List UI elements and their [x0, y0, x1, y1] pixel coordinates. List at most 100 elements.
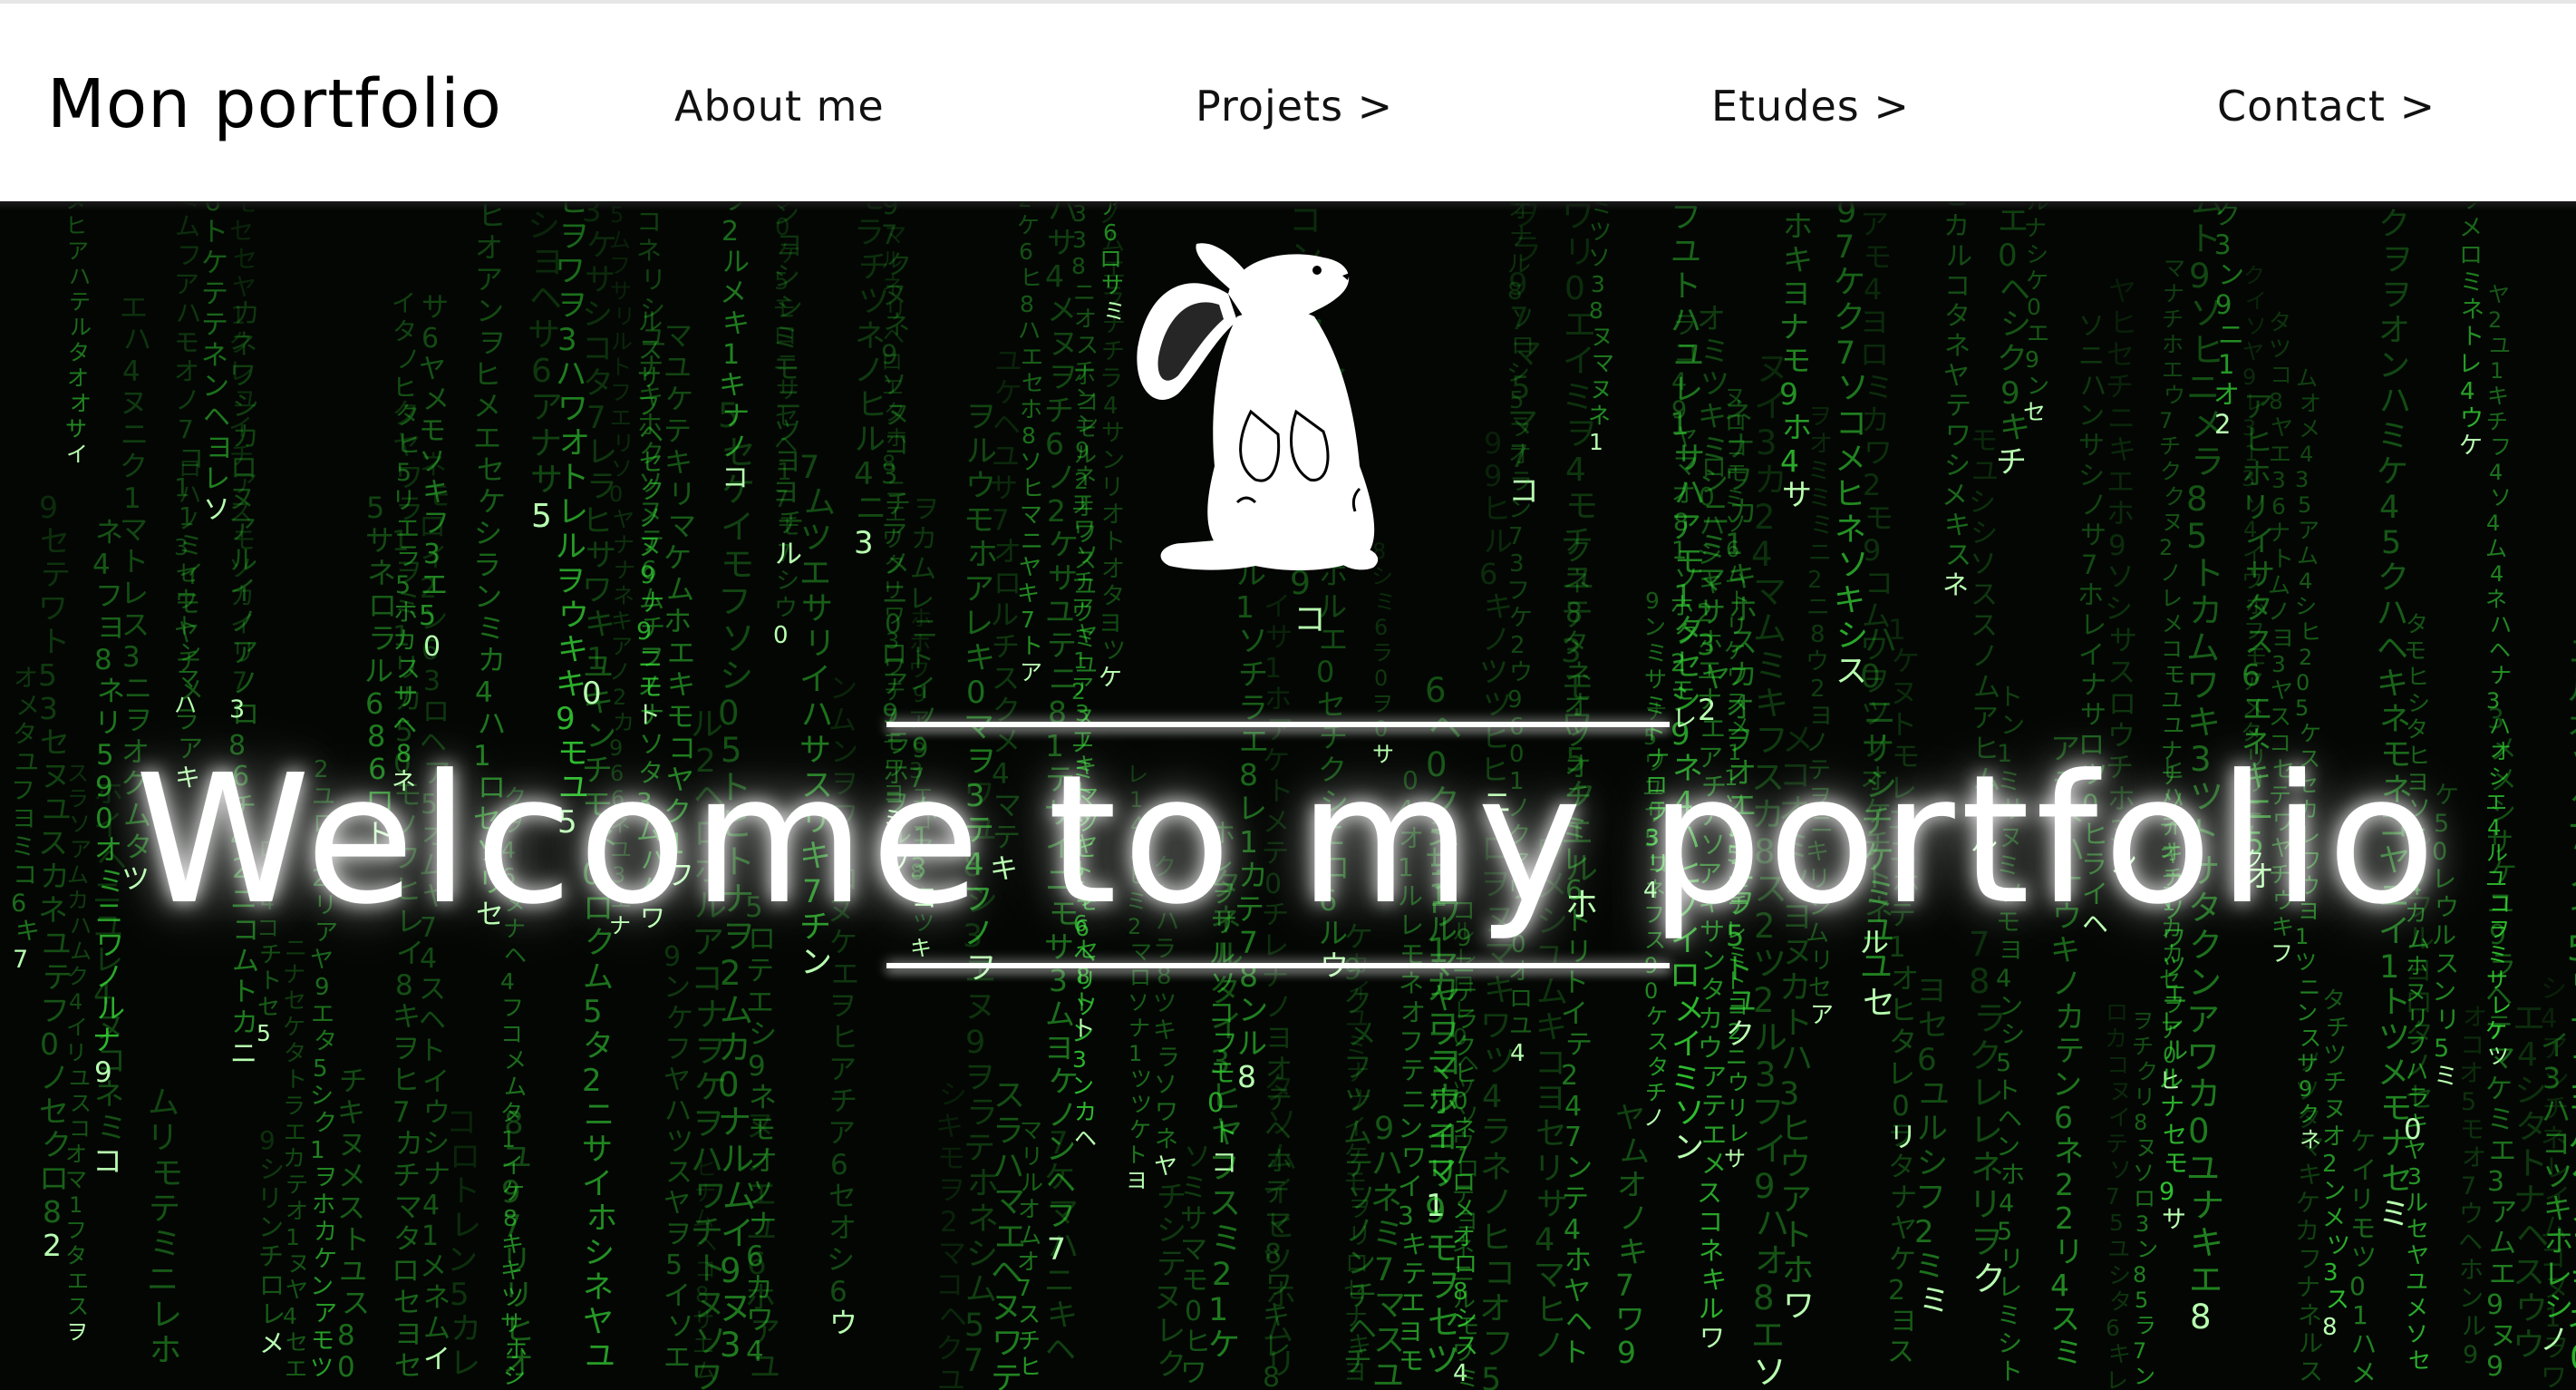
matrix-glyph: 3 [557, 322, 577, 358]
matrix-glyph: 1 [123, 482, 141, 515]
matrix-glyph: ヤ [1615, 1100, 1645, 1135]
matrix-glyph: 8 [94, 644, 112, 676]
matrix-glyph: ヨ [1860, 305, 1889, 339]
matrix-glyph: ン [1071, 1073, 1094, 1099]
matrix-glyph: ハ [2379, 384, 2411, 420]
matrix-glyph: ウ [908, 656, 930, 682]
matrix-glyph: 2 [2055, 1200, 2074, 1236]
matrix-glyph: ケ [283, 1014, 305, 1040]
matrix-glyph: リ [613, 431, 634, 456]
matrix-glyph: シ [582, 296, 613, 333]
matrix-glyph: ト [2461, 324, 2484, 351]
matrix-glyph: 4 [122, 355, 140, 388]
nav-etudes[interactable]: Etudes > [1711, 82, 1910, 131]
matrix-glyph: オ [750, 1145, 778, 1178]
nav-projets[interactable]: Projets > [1196, 82, 1393, 131]
matrix-glyph: ツ [2269, 335, 2291, 362]
matrix-glyph: エ [1751, 1316, 1785, 1355]
matrix-glyph: イ [2351, 1155, 2377, 1185]
matrix-glyph: 3 [1755, 1055, 1777, 1094]
matrix-glyph: ユ [2186, 1149, 2220, 1188]
matrix-glyph: ヒ [1482, 491, 1511, 526]
matrix-glyph: ヒ [1022, 475, 1044, 501]
matrix-glyph: ナ [749, 1209, 777, 1241]
matrix-glyph: ヘ [1565, 1307, 1593, 1338]
matrix-glyph: 7 [1017, 1275, 1031, 1301]
matrix-glyph: コ [2540, 1242, 2566, 1273]
matrix-glyph: ヌ [120, 387, 148, 420]
site-brand[interactable]: Mon portfolio [47, 65, 502, 143]
nav-about-me[interactable]: About me [674, 82, 885, 131]
matrix-glyph: 3 [2271, 651, 2286, 677]
matrix-glyph: メ [2242, 695, 2264, 720]
matrix-glyph: フ [1915, 1180, 1946, 1216]
matrix-glyph: オ [2463, 1004, 2487, 1032]
matrix-glyph: オ [1479, 1291, 1511, 1327]
matrix-glyph: 9 [1617, 1335, 1636, 1370]
matrix-glyph: フ [1046, 1198, 1076, 1233]
matrix-glyph: ケ [1099, 665, 1122, 692]
matrix-glyph: ヤ [1075, 621, 1098, 647]
matrix-glyph: ヒ [396, 431, 421, 459]
matrix-glyph: ノ [2405, 1050, 2433, 1083]
matrix-glyph: エ [746, 987, 774, 1019]
matrix-glyph: ク [2160, 459, 2182, 484]
matrix-glyph: オ [2462, 1144, 2486, 1172]
matrix-glyph: ヨ [1916, 973, 1947, 1009]
nav-contact[interactable]: Contact > [2217, 82, 2436, 131]
matrix-glyph: 0 [2296, 670, 2310, 695]
matrix-glyph: ン [2322, 1178, 2346, 1205]
matrix-glyph: ネ [1699, 1236, 1724, 1266]
matrix-glyph: 8 [1565, 598, 1583, 629]
matrix-glyph: ナ [614, 558, 635, 583]
matrix-glyph: カ [2189, 591, 2223, 630]
matrix-glyph: フ [95, 580, 123, 613]
matrix-glyph: ン [2136, 1237, 2158, 1262]
matrix-glyph: 5 [1996, 1049, 2011, 1077]
matrix-glyph: ア [1701, 1062, 1727, 1092]
matrix-glyph: 4 [2379, 490, 2399, 526]
matrix-glyph: オ [1617, 1167, 1647, 1202]
matrix-glyph: ヤ [583, 1304, 614, 1340]
matrix-glyph: ネ [2541, 1123, 2567, 1153]
matrix-glyph: ヘ [203, 402, 230, 433]
matrix-glyph: ン [2296, 1000, 2318, 1025]
matrix-glyph: マ [938, 1238, 966, 1270]
matrix-glyph: 1 [1235, 589, 1254, 625]
matrix-glyph: ホ [1698, 627, 1723, 656]
matrix-glyph: 1 [2352, 1300, 2368, 1330]
matrix-glyph: ホ [2000, 1162, 2025, 1190]
matrix-glyph: ヲ [1861, 664, 1890, 698]
matrix-glyph: 4 [475, 676, 493, 709]
matrix-glyph: ア [828, 1054, 857, 1086]
matrix-glyph: ト [1999, 684, 2023, 712]
matrix-glyph: イ [2544, 1182, 2571, 1213]
matrix-glyph: オ [2300, 391, 2321, 416]
matrix-glyph: リ [1534, 1152, 1565, 1188]
matrix-glyph: オ [2322, 1123, 2346, 1151]
matrix-glyph: マ [1020, 1117, 1042, 1143]
matrix-glyph: ノ [2081, 490, 2107, 520]
matrix-glyph: カ [1698, 1004, 1723, 1034]
matrix-glyph: ワ [1724, 462, 1753, 496]
matrix-glyph: セ [229, 218, 254, 246]
matrix-glyph: 0 [2349, 1271, 2366, 1301]
matrix-glyph: ス [121, 609, 150, 642]
matrix-glyph: テ [2055, 1033, 2085, 1068]
matrix-glyph: ワ [884, 603, 905, 628]
matrix-glyph: シ [720, 656, 753, 695]
matrix-glyph: ン [2378, 348, 2410, 384]
matrix-glyph: 0 [1644, 978, 1658, 1004]
matrix-glyph: ン [1508, 496, 1532, 523]
matrix-glyph: ヲ [314, 1164, 337, 1191]
matrix-glyph: ン [1673, 1130, 1704, 1166]
matrix-glyph: ム [910, 553, 936, 584]
matrix-glyph: 4 [2486, 510, 2500, 536]
matrix-glyph: 7 [232, 667, 247, 695]
matrix-glyph: エ [1701, 1120, 1727, 1150]
matrix-glyph: セ [2408, 1347, 2431, 1374]
matrix-glyph: 6 [641, 555, 657, 585]
matrix-glyph: ロ [1099, 246, 1122, 272]
matrix-glyph: オ [1101, 501, 1125, 529]
matrix-glyph: ソ [1154, 1072, 1177, 1099]
